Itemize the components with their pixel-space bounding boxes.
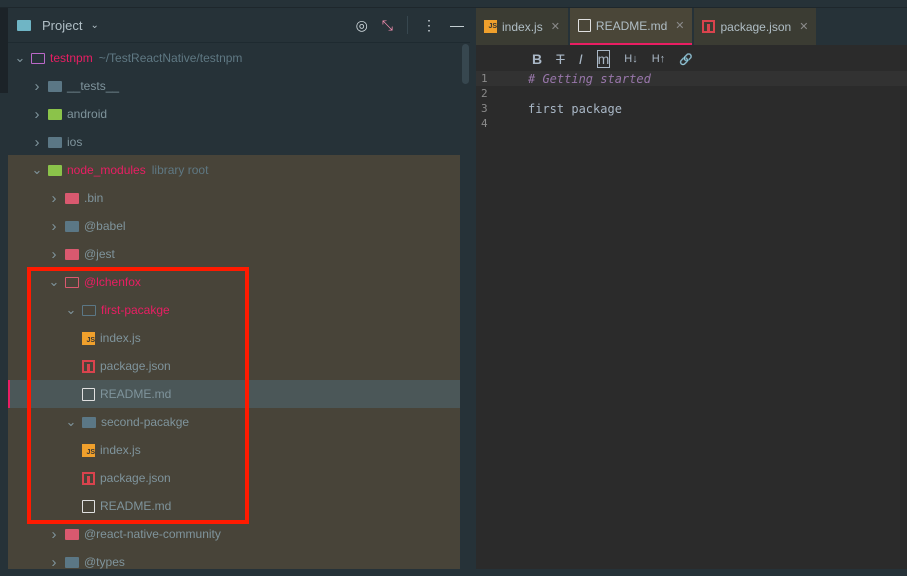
project-icon bbox=[17, 19, 31, 31]
tree-item-label: @jest bbox=[84, 247, 115, 261]
tree-item-label: ios bbox=[67, 135, 83, 149]
scrollbar[interactable] bbox=[462, 44, 469, 84]
strikethrough-icon[interactable]: T bbox=[556, 51, 565, 67]
bold-icon[interactable]: B bbox=[532, 51, 542, 67]
tab-readme-md[interactable]: README.md ✕ bbox=[569, 8, 693, 45]
chevron-down-icon[interactable]: ⌄ bbox=[90, 20, 98, 31]
chevron-right-icon[interactable]: › bbox=[31, 134, 43, 151]
chevron-right-icon[interactable]: › bbox=[31, 78, 43, 95]
markdown-toolbar: B T Im H↓ H↑ 🔗 bbox=[476, 45, 907, 73]
tab-index-js[interactable]: JS index.js ✕ bbox=[476, 8, 568, 45]
markdown-file-icon bbox=[577, 19, 591, 32]
folder-icon bbox=[65, 556, 79, 568]
folder-icon bbox=[65, 248, 79, 260]
tree-item[interactable]: › android bbox=[8, 100, 108, 128]
link-icon[interactable]: 🔗 bbox=[679, 53, 693, 66]
folder-icon bbox=[65, 220, 79, 232]
code-icon[interactable]: m bbox=[596, 50, 611, 68]
title-strip bbox=[0, 0, 907, 8]
more-icon[interactable]: ⋮ bbox=[422, 17, 436, 34]
line-number: 1 bbox=[481, 72, 488, 85]
tree-item[interactable]: ⌄ node_modules library root bbox=[8, 156, 209, 184]
chevron-down-icon[interactable]: ⌄ bbox=[14, 50, 26, 66]
npm-json-icon bbox=[702, 20, 716, 33]
project-header: Project ⌄ ◎ ⤡ ⋮ — bbox=[8, 8, 470, 43]
chevron-right-icon[interactable]: › bbox=[48, 526, 60, 543]
close-icon[interactable]: ✕ bbox=[799, 20, 808, 33]
line-text: first package bbox=[528, 101, 622, 116]
folder-icon bbox=[48, 164, 62, 176]
tree-item-label: android bbox=[67, 107, 108, 121]
tree-item[interactable]: › @types bbox=[8, 548, 125, 576]
tree-item-label: node_modules bbox=[67, 163, 146, 177]
editor: JS index.js ✕ README.md ✕ package.json ✕ BTIm H… bbox=[476, 8, 907, 569]
folder-icon bbox=[48, 108, 62, 120]
chevron-right-icon[interactable]: › bbox=[48, 246, 60, 263]
chevron-right-icon[interactable]: › bbox=[48, 190, 60, 207]
code-line: 1 # Getting started bbox=[476, 71, 907, 86]
tree-item-label: @types bbox=[84, 555, 125, 569]
project-title[interactable]: Project bbox=[42, 18, 82, 33]
tab-package-json[interactable]: package.json ✕ bbox=[694, 8, 817, 45]
chevron-right-icon[interactable]: › bbox=[31, 106, 43, 123]
tool-window-bar bbox=[0, 8, 8, 93]
chevron-right-icon[interactable]: › bbox=[48, 218, 60, 235]
folder-icon bbox=[48, 136, 62, 148]
tree-item-label: @react-native-community bbox=[84, 527, 221, 541]
line-number: 3 bbox=[481, 102, 488, 115]
folder-icon bbox=[48, 80, 62, 92]
tree-item-label: .bin bbox=[84, 191, 104, 205]
line-number: 2 bbox=[481, 87, 488, 100]
close-icon[interactable]: ✕ bbox=[551, 20, 560, 33]
code-line: 3 first package bbox=[476, 101, 907, 116]
tree-item[interactable]: ⌄ testnpm ~/TestReactNative/testnpm bbox=[8, 44, 243, 72]
line-number: 4 bbox=[481, 117, 488, 130]
tree-item[interactable]: › .bin bbox=[8, 184, 104, 212]
chevron-down-icon[interactable]: ⌄ bbox=[31, 162, 43, 178]
tree-item[interactable]: › @babel bbox=[8, 212, 126, 240]
tree-item[interactable]: › @jest bbox=[8, 240, 115, 268]
header-down-icon[interactable]: H↓ bbox=[624, 53, 637, 65]
tree-item-label: @babel bbox=[84, 219, 126, 233]
tree-item-hint: library root bbox=[151, 163, 209, 177]
folder-icon bbox=[65, 192, 79, 204]
code-line: 2 bbox=[476, 86, 907, 101]
tab-label: README.md bbox=[595, 18, 668, 33]
target-icon[interactable]: ◎ bbox=[356, 17, 368, 34]
italic-icon[interactable]: I bbox=[579, 51, 583, 67]
annotation-highlight-box bbox=[27, 267, 249, 524]
chevron-right-icon[interactable]: › bbox=[48, 554, 60, 571]
tree-item-label: testnpm bbox=[50, 51, 93, 65]
collapse-icon[interactable]: ⤡ bbox=[382, 17, 393, 34]
tree-item[interactable]: › @react-native-community bbox=[8, 520, 221, 548]
tab-label: index.js bbox=[502, 19, 543, 34]
tree-item-hint: ~/TestReactNative/testnpm bbox=[98, 51, 243, 65]
close-icon[interactable]: ✕ bbox=[675, 19, 684, 32]
line-text: # Getting started bbox=[528, 71, 651, 86]
header-up-icon[interactable]: H↑ bbox=[652, 53, 665, 65]
tree-item-label: __tests__ bbox=[67, 79, 120, 93]
code-line: 4 bbox=[476, 116, 907, 131]
minimize-icon[interactable]: — bbox=[450, 17, 464, 33]
tree-item[interactable]: › __tests__ bbox=[8, 72, 120, 100]
tab-label: package.json bbox=[720, 19, 792, 34]
tree-item[interactable]: › ios bbox=[8, 128, 83, 156]
folder-icon bbox=[31, 52, 45, 64]
folder-icon bbox=[65, 528, 79, 540]
editor-tabs: JS index.js ✕ README.md ✕ package.json ✕ bbox=[476, 8, 907, 45]
js-file-icon: JS bbox=[484, 20, 497, 33]
